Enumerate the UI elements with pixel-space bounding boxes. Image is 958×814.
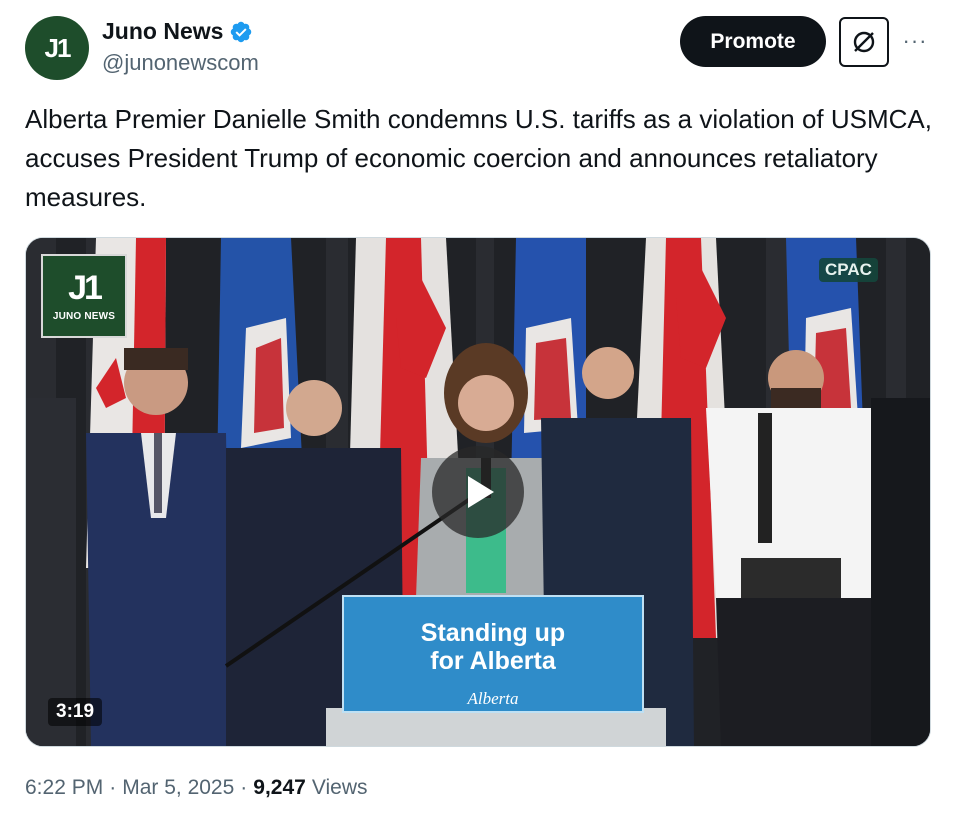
verified-badge-icon bbox=[231, 21, 252, 42]
more-icon: ··· bbox=[902, 28, 928, 53]
grok-icon bbox=[853, 31, 875, 53]
sign-text-line2: for Alberta bbox=[430, 647, 556, 675]
juno-news-logo: J1 JUNO NEWS bbox=[41, 254, 127, 338]
meta-separator: · bbox=[240, 776, 248, 799]
views-count: 9,247 bbox=[253, 776, 306, 799]
avatar[interactable]: J1 bbox=[25, 16, 89, 80]
sign-text-line1: Standing up bbox=[420, 619, 566, 647]
video-player[interactable]: J1 JUNO NEWS CPAC Standing up for Albert… bbox=[25, 237, 931, 747]
play-icon bbox=[468, 476, 494, 508]
display-name[interactable]: Juno News bbox=[102, 18, 223, 45]
tweet-meta: 6:22 PM · Mar 5, 2025 · 9,247 Views bbox=[25, 776, 368, 800]
more-options-button[interactable]: ··· bbox=[900, 26, 930, 56]
grok-button[interactable] bbox=[839, 17, 889, 67]
tweet-date[interactable]: Mar 5, 2025 bbox=[122, 776, 234, 800]
meta-separator: · bbox=[109, 776, 117, 799]
promote-button[interactable]: Promote bbox=[680, 16, 826, 67]
avatar-logo-text: J1 bbox=[44, 32, 72, 63]
tweet-time[interactable]: 6:22 PM bbox=[25, 776, 103, 800]
play-button[interactable] bbox=[432, 446, 524, 538]
podium-sign: Standing up for Alberta Alberta bbox=[342, 595, 644, 713]
author-handle[interactable]: @junonewscom bbox=[102, 50, 259, 76]
video-duration: 3:19 bbox=[48, 698, 103, 726]
author-name-row: Juno News bbox=[102, 18, 253, 45]
sign-brand: Alberta bbox=[467, 689, 519, 708]
tweet-text: Alberta Premier Danielle Smith condemns … bbox=[25, 104, 932, 212]
cpac-badge: CPAC bbox=[819, 258, 878, 282]
views-label: Views bbox=[311, 776, 368, 799]
juno-news-logo-mark: J1 bbox=[68, 268, 103, 307]
juno-news-logo-word: JUNO NEWS bbox=[52, 310, 116, 322]
